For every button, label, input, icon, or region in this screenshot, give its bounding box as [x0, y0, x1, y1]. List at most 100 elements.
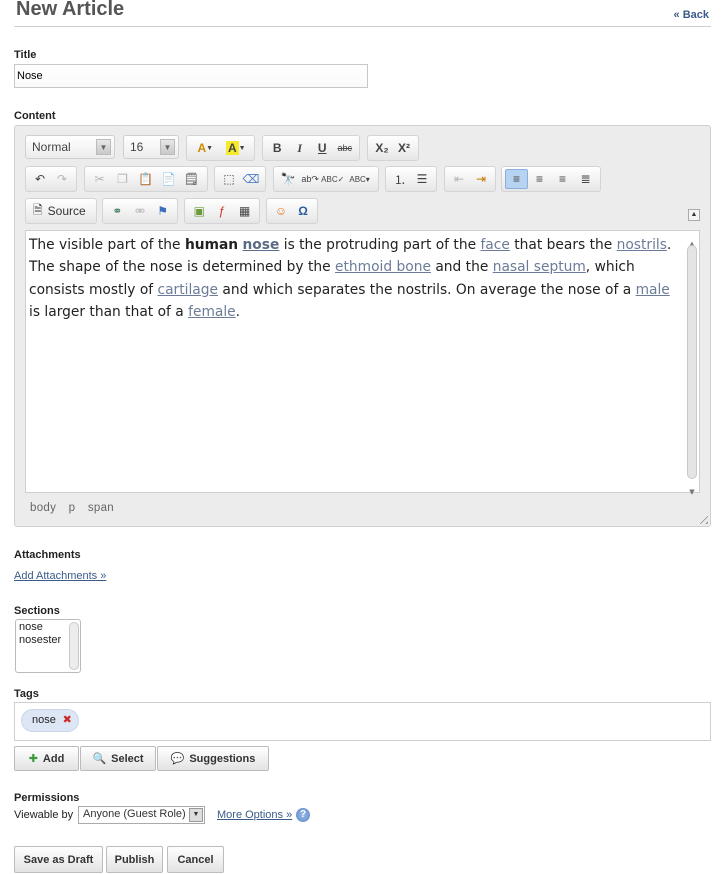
align-right-icon[interactable]: ≡	[551, 169, 574, 189]
underline-icon[interactable]: U	[311, 138, 334, 158]
eraser-icon[interactable]: ⌫	[240, 169, 262, 189]
paste-word-icon[interactable]: 🗒	[180, 169, 203, 189]
suggestions-button[interactable]: 💬 Suggestions	[157, 746, 269, 771]
permissions-label: Permissions	[14, 792, 80, 804]
link-nose[interactable]: nose	[242, 237, 279, 253]
source-label: Source	[47, 204, 86, 218]
viewable-by-select[interactable]: Anyone (Guest Role) ▼	[78, 806, 205, 824]
select-all-icon[interactable]: ⬚	[218, 169, 240, 189]
page-header: New Article « Back	[14, 0, 711, 27]
suggestions-label: Suggestions	[189, 752, 256, 765]
save-draft-button[interactable]: Save as Draft	[14, 846, 103, 873]
find-group: 🔭 ab↷ ABC✓ ABC▾	[273, 166, 379, 192]
chevron-down-icon: ▼	[189, 808, 203, 822]
spellcheck-as-you-type-icon[interactable]: ABC▾	[344, 169, 375, 189]
tag-chip: nose ✖	[21, 709, 79, 732]
font-size-combo[interactable]: 16 ▼	[123, 135, 179, 159]
color-group: A ▼ A ▼	[186, 135, 255, 161]
back-link[interactable]: « Back	[674, 9, 709, 21]
align-center-icon[interactable]: ≡	[528, 169, 551, 189]
align-justify-icon[interactable]: ≣	[574, 169, 597, 189]
indent-group: ⇤ ⇥	[444, 166, 496, 192]
sections-label: Sections	[14, 605, 60, 617]
add-attachments-link[interactable]: Add Attachments »	[14, 570, 106, 582]
paste-text-icon[interactable]: 📄	[157, 169, 180, 189]
indent-icon[interactable]: ⇥	[470, 169, 492, 189]
tag-label: nose	[32, 714, 56, 726]
link-cartilage[interactable]: cartilage	[158, 282, 219, 298]
link-ethmoid-bone[interactable]: ethmoid bone	[335, 259, 431, 275]
more-options-link[interactable]: More Options »	[217, 809, 292, 821]
content-text: that bears the	[509, 237, 617, 253]
clipboard-group: ✂ ❐ 📋 📄 🗒	[84, 166, 208, 192]
element-path: body p span	[30, 502, 123, 514]
content-text: .	[235, 303, 241, 320]
sections-listbox[interactable]: nose nosester	[15, 619, 81, 673]
background-color-icon[interactable]: A ▼	[221, 138, 252, 158]
link-face[interactable]: face	[480, 237, 509, 253]
insert-group: ▣ ƒ ▦	[184, 198, 260, 224]
add-tag-label: Add	[42, 752, 65, 765]
font-size-value: 16	[130, 140, 144, 154]
format-combo-value: Normal	[32, 140, 71, 154]
paste-icon[interactable]: 📋	[134, 169, 157, 189]
cancel-button[interactable]: Cancel	[167, 846, 224, 873]
remove-tag-icon[interactable]: ✖	[63, 710, 72, 731]
list-group: ⒈ ☰	[385, 166, 437, 192]
tags-input[interactable]: nose ✖	[14, 702, 711, 741]
replace-icon[interactable]: ab↷	[299, 169, 321, 189]
page-title: New Article	[16, 0, 125, 20]
flash-icon[interactable]: ƒ	[211, 201, 234, 221]
bold-icon[interactable]: B	[266, 138, 289, 158]
publish-button[interactable]: Publish	[106, 846, 163, 873]
source-button[interactable]: 🗎 Source	[29, 201, 90, 222]
viewable-by-value: Anyone (Guest Role)	[83, 808, 186, 820]
content-text: is the protruding part of the	[279, 237, 481, 253]
spellcheck-icon[interactable]: ABC✓	[321, 169, 344, 189]
sections-scrollbar[interactable]	[69, 622, 79, 670]
resize-handle[interactable]	[696, 512, 708, 524]
title-input[interactable]	[14, 64, 368, 88]
cut-icon[interactable]: ✂	[88, 169, 111, 189]
anchor-flag-icon[interactable]: ⚑	[151, 201, 174, 221]
editor-scrollbar[interactable]: ▲ ▼	[687, 233, 697, 496]
scroll-down-icon[interactable]: ▼	[687, 481, 697, 496]
link-nostrils[interactable]: nostrils	[617, 237, 667, 253]
path-item[interactable]: span	[88, 502, 114, 514]
outdent-icon[interactable]: ⇤	[448, 169, 470, 189]
font-color-icon[interactable]: A ▼	[190, 138, 221, 158]
table-icon[interactable]: ▦	[233, 201, 256, 221]
select-tag-button[interactable]: 🔍 Select	[80, 746, 156, 771]
subscript-icon[interactable]: X₂	[371, 138, 393, 158]
bold-text: human	[184, 237, 239, 253]
strikethrough-icon[interactable]: abc	[334, 138, 357, 158]
path-item[interactable]: body	[30, 502, 56, 514]
image-icon[interactable]: ▣	[188, 201, 211, 221]
italic-icon[interactable]: I	[289, 138, 312, 158]
add-tag-button[interactable]: ✚ Add	[14, 746, 79, 771]
link-nasal-septum[interactable]: nasal septum	[493, 259, 586, 275]
undo-icon[interactable]: ↶	[29, 169, 51, 189]
superscript-icon[interactable]: X²	[393, 138, 415, 158]
align-left-icon[interactable]: ≡	[505, 169, 528, 189]
editor-content[interactable]: The visible part of the human nose is th…	[25, 230, 700, 496]
bulleted-list-icon[interactable]: ☰	[411, 169, 433, 189]
redo-icon[interactable]: ↷	[51, 169, 73, 189]
scroll-up-icon[interactable]: ▲	[687, 233, 697, 248]
help-icon[interactable]: ?	[296, 808, 310, 822]
unlink-icon[interactable]: ⚮	[129, 201, 152, 221]
smiley-icon[interactable]: ☺	[270, 201, 292, 221]
attachments-label: Attachments	[14, 549, 81, 561]
content-text: The visible part of the	[29, 237, 185, 253]
special-character-icon[interactable]: Ω	[292, 201, 314, 221]
format-combo[interactable]: Normal ▼	[25, 135, 115, 159]
path-item[interactable]: p	[69, 502, 76, 514]
scrollbar-thumb[interactable]	[687, 245, 697, 479]
link-male[interactable]: male	[636, 282, 670, 298]
link-female[interactable]: female	[188, 304, 236, 320]
numbered-list-icon[interactable]: ⒈	[389, 169, 411, 189]
collapse-toolbar-button[interactable]: ▲	[688, 209, 700, 221]
link-icon[interactable]: ⚭	[106, 201, 129, 221]
find-icon[interactable]: 🔭	[277, 169, 299, 189]
copy-icon[interactable]: ❐	[111, 169, 134, 189]
